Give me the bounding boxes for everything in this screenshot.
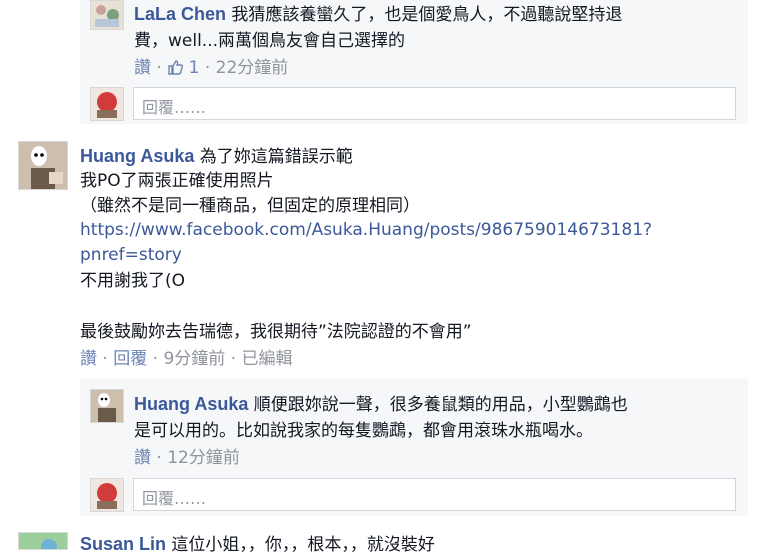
- thumbs-up-icon[interactable]: [167, 59, 184, 75]
- comment-text: 是可以用的。比如說我家的每隻鸚鵡，都會用滾珠水瓶喝水。: [134, 421, 593, 441]
- avatar-asuka-image: [19, 142, 67, 189]
- like-count[interactable]: 1: [189, 58, 200, 78]
- like-button[interactable]: 讚: [134, 58, 151, 78]
- comment-text: 不用謝我了(O: [80, 271, 186, 291]
- comment-author[interactable]: Huang Asuka: [80, 146, 194, 166]
- comment-meta-asuka: 讚 · 回覆 · 9分鐘前 · 已編輯: [80, 346, 292, 372]
- separator: ·: [156, 448, 162, 468]
- avatar-susan[interactable]: [18, 532, 68, 550]
- comment-author[interactable]: Susan Lin: [80, 534, 166, 554]
- avatar-user: [90, 478, 124, 512]
- avatar-lala-image: [91, 1, 123, 29]
- avatar-user-image: [91, 88, 123, 120]
- timestamp[interactable]: 9分鐘前: [163, 349, 225, 369]
- comment-asuka-reply-line1-row: Huang Asuka 順便跟妳說一聲，很多養鼠類的用品，小型鸚鵡也: [134, 391, 628, 418]
- comment-meta-asuka-reply: 讚 · 12分鐘前: [134, 445, 240, 471]
- reply-placeholder: 回覆……: [142, 489, 207, 508]
- avatar-user: [90, 87, 124, 121]
- separator: ·: [152, 349, 159, 369]
- separator: ·: [102, 349, 108, 369]
- separator: ·: [230, 349, 237, 369]
- reply-placeholder: 回覆……: [142, 98, 207, 117]
- like-button[interactable]: 讚: [134, 448, 151, 468]
- reply-button[interactable]: 回覆: [113, 349, 147, 369]
- avatar-asuka-small[interactable]: [90, 389, 124, 423]
- like-button[interactable]: 讚: [80, 349, 97, 369]
- avatar-lala[interactable]: [90, 0, 124, 30]
- comment-text: 最後鼓勵妳去告瑞德，我很期待”法院認證的不會用”: [80, 322, 472, 342]
- reply-input[interactable]: 回覆……: [133, 87, 736, 120]
- avatar-user-image: [91, 479, 123, 511]
- post-link-continued[interactable]: pnref=story: [80, 242, 182, 268]
- comment-lala-line1-row: LaLa Chen 我猜應該養蠻久了，也是個愛鳥人，不過聽說堅持退: [134, 1, 622, 28]
- separator: ·: [156, 58, 162, 78]
- comment-text: 順便跟妳說一聲，很多養鼠類的用品，小型鸚鵡也: [253, 395, 628, 415]
- comment-asuka-line1-row: Huang Asuka 為了妳這篇錯誤示範: [80, 143, 353, 170]
- comment-author[interactable]: LaLa Chen: [134, 4, 226, 24]
- edited-label[interactable]: 已編輯: [241, 349, 292, 369]
- comment-author[interactable]: Huang Asuka: [134, 394, 248, 414]
- comment-text: （雖然不是同一種商品，但固定的原理相同）: [80, 196, 420, 216]
- separator: ·: [204, 58, 211, 78]
- comment-meta-lala: 讚 · 1 · 22分鐘前: [134, 55, 288, 81]
- reply-input[interactable]: 回覆……: [133, 478, 736, 511]
- comment-text: 費，well...兩萬個鳥友會自己選擇的: [134, 31, 406, 51]
- avatar-asuka[interactable]: [18, 141, 68, 190]
- comment-text: 我猜應該養蠻久了，也是個愛鳥人，不過聽說堅持退: [231, 5, 623, 25]
- timestamp[interactable]: 12分鐘前: [167, 448, 240, 468]
- avatar-asuka-small-image: [91, 390, 123, 422]
- comment-text: 為了妳這篇錯誤示範: [199, 147, 353, 167]
- comment-text: 這位小姐，，你，，根本，，就沒裝好: [171, 535, 435, 555]
- post-link[interactable]: https://www.facebook.com/Asuka.Huang/pos…: [80, 217, 652, 243]
- timestamp[interactable]: 22分鐘前: [216, 58, 289, 78]
- avatar-susan-image: [19, 533, 67, 549]
- comment-text: 我PO了兩張正確使用照片: [80, 171, 274, 191]
- comment-susan-line1-row: Susan Lin 這位小姐，，你，，根本，，就沒裝好: [80, 531, 435, 558]
